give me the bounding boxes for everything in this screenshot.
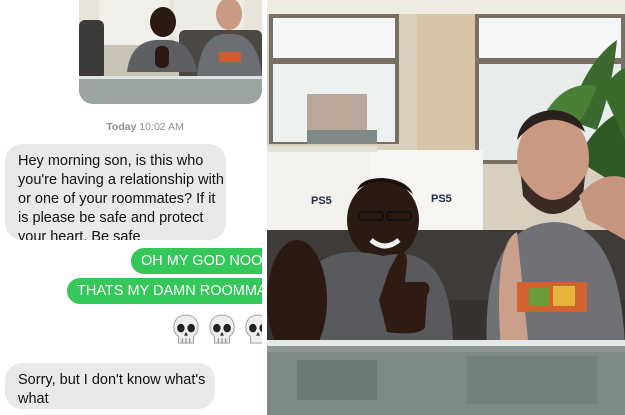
- skull-emoji-icon: [209, 314, 235, 344]
- message-line: is please be safe and protect: [18, 210, 204, 226]
- emoji-message[interactable]: [172, 312, 262, 350]
- skull-emoji-icon: [245, 314, 262, 344]
- message-line: Hey morning son, is this who: [18, 153, 204, 169]
- message-line: what: [18, 391, 49, 407]
- timestamp-day: Today: [106, 121, 137, 133]
- box-label-left: PS5: [311, 195, 332, 207]
- timestamp-time: 10:02 AM: [139, 121, 184, 133]
- message-text: THATS MY DAMN ROOMMAT: [77, 283, 262, 299]
- message-line: or one of your roommates? If it: [18, 191, 216, 207]
- attached-photo-image: [79, 0, 262, 104]
- message-timestamp: Today 10:02 AM: [0, 121, 262, 133]
- skull-emoji-icon: [173, 314, 199, 344]
- full-photo: PS5 PS5: [267, 0, 625, 415]
- incoming-message-bubble[interactable]: Hey morning son, is this who you're havi…: [5, 144, 226, 240]
- box-label-right: PS5: [431, 193, 452, 205]
- outgoing-message-bubble[interactable]: THATS MY DAMN ROOMMAT: [67, 278, 262, 304]
- message-text: OH MY GOD NOOO: [141, 253, 262, 269]
- roommates-photo: PS5 PS5: [267, 0, 625, 415]
- message-line: your heart. Be safe: [18, 229, 141, 240]
- message-line: Sorry, but I don't know what's: [18, 372, 206, 388]
- incoming-message-bubble[interactable]: Sorry, but I don't know what's what: [5, 363, 215, 409]
- message-line: you're having a relationship with: [18, 172, 224, 188]
- attached-photo-thumbnail[interactable]: [79, 0, 262, 104]
- chat-panel: Today 10:02 AM Hey morning son, is this …: [0, 0, 262, 415]
- outgoing-message-bubble[interactable]: OH MY GOD NOOO: [131, 248, 262, 274]
